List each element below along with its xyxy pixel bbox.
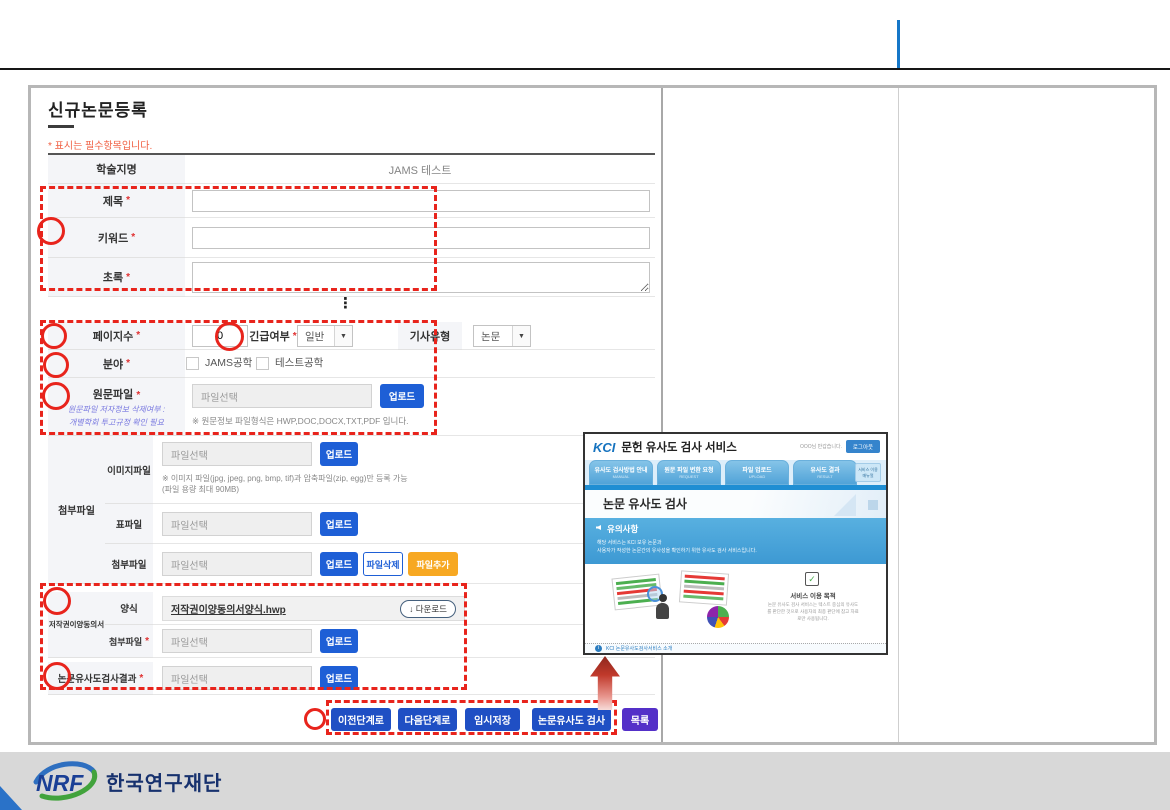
kci-logo: KCI bbox=[593, 440, 615, 455]
image-file-select[interactable]: 파일선택 bbox=[162, 442, 312, 466]
kci-popup: KCI 문헌 유사도 검사 서비스 OOO님 반갑습니다. 로그아웃 유사도 검… bbox=[583, 432, 888, 655]
kci-greeting: OOO님 반갑습니다. bbox=[800, 443, 842, 450]
image-file-note-1: ※ 이미지 파일(jpg, jpeg, png, bmp, tif)과 압축파일… bbox=[162, 473, 408, 484]
image-file-row: 파일선택 업로드 ※ 이미지 파일(jpg, jpeg, png, bmp, t… bbox=[153, 436, 655, 504]
corner-decoration bbox=[0, 786, 22, 810]
kci-tab-bar: 유사도 검사방법 안내 MANUAL 원문 파일 변환 요청 REQUEST 파… bbox=[585, 460, 886, 485]
list-button[interactable]: 목록 bbox=[622, 708, 658, 731]
attach-file-row: 파일선택 업로드 파일삭제 파일추가 bbox=[153, 544, 655, 584]
info-icon: i bbox=[595, 645, 602, 652]
table-file-row: 파일선택 업로드 bbox=[153, 504, 655, 544]
annotation-dashed-box-copyright bbox=[40, 583, 467, 690]
kci-manual-button[interactable]: 서비스 이용 매뉴얼 bbox=[855, 463, 881, 482]
kci-title: 문헌 유사도 검사 서비스 bbox=[621, 439, 736, 455]
table-column-divider bbox=[898, 88, 899, 742]
annotation-circle-copyright bbox=[43, 587, 71, 615]
kci-tab-result[interactable]: 유사도 결과 RESULT bbox=[793, 460, 857, 485]
row-journal: 학술지명 JAMS 테스트 bbox=[48, 155, 655, 184]
kci-notice-line2: 사용자가 작성한 논문간의 유사성을 확인하기 위한 유사도 검사 서비스입니다… bbox=[597, 547, 757, 554]
image-file-note-2: (파일 용량 최대 90MB) bbox=[162, 484, 239, 495]
kci-purpose-title: 서비스 이용 목적 bbox=[770, 590, 856, 600]
annotation-circle-buttons bbox=[304, 708, 326, 730]
document-stack-illustration bbox=[679, 570, 729, 605]
kci-notice-line1: 해당 서비스는 KCI 보유 논문과 bbox=[597, 539, 662, 546]
kci-tab-request[interactable]: 원문 파일 변환 요청 REQUEST bbox=[657, 460, 721, 485]
attach-file-select[interactable]: 파일선택 bbox=[162, 552, 312, 576]
top-blue-divider bbox=[897, 20, 900, 68]
annotation-circle-manuscript bbox=[42, 382, 70, 410]
kci-footer-link[interactable]: KCI 논문유사도검사서비스 소개 bbox=[606, 645, 672, 652]
annotation-dashed-box-basic-fields bbox=[40, 186, 437, 291]
clipboard-check-icon: ✓ bbox=[805, 572, 819, 586]
annotation-dashed-box-buttons bbox=[326, 700, 617, 735]
banner-triangle-decoration bbox=[834, 494, 856, 516]
collapsed-rows-ellipsis: ⋮ bbox=[338, 294, 353, 312]
kci-notice-section: 유의사항 해당 서비스는 KCI 보유 논문과 사용자가 작성한 논문간의 유사… bbox=[585, 518, 886, 564]
annotation-circle-keyword bbox=[37, 217, 65, 245]
annotation-circle-urgent bbox=[215, 322, 244, 351]
annotation-circle-field bbox=[43, 352, 69, 378]
kci-banner: 논문 유사도 검사 bbox=[585, 490, 886, 518]
kci-tab-manual[interactable]: 유사도 검사방법 안내 MANUAL bbox=[589, 460, 653, 485]
file-add-button[interactable]: 파일추가 bbox=[408, 552, 458, 576]
table-file-select[interactable]: 파일선택 bbox=[162, 512, 312, 536]
top-horizontal-rule bbox=[0, 68, 1170, 70]
person-illustration bbox=[659, 594, 667, 602]
nrf-logo-text: NRF bbox=[36, 770, 84, 796]
nrf-logo-mark: NRF bbox=[30, 758, 102, 804]
page-title: 신규논문등록 bbox=[48, 96, 148, 121]
attach-file-label: 첨부파일 bbox=[105, 544, 153, 584]
kci-purpose-text: 논문 유사도 검사 서비스는 텍스트 중심의 유사도를 판단한 것으로 사용자의… bbox=[767, 601, 859, 623]
title-underline bbox=[48, 125, 74, 128]
annotation-circle-similarity bbox=[43, 662, 71, 690]
nrf-logo: NRF 한국연구재단 bbox=[30, 758, 222, 804]
page: 신규논문등록 * 표시는 필수항목입니다. 학술지명 JAMS 테스트 제목* … bbox=[0, 0, 1170, 810]
attachment-group: 첨부파일 이미지파일 표파일 첨부파일 파일선택 업로드 ※ 이미지 파일(jp… bbox=[48, 436, 655, 584]
chevron-down-icon: ▼ bbox=[512, 326, 530, 346]
image-file-label: 이미지파일 bbox=[105, 436, 153, 504]
speaker-icon bbox=[596, 525, 601, 530]
required-fields-note: * 표시는 필수항목입니다. bbox=[48, 137, 152, 152]
table-file-label: 표파일 bbox=[105, 504, 153, 544]
person-illustration bbox=[656, 603, 669, 619]
attachment-group-label: 첨부파일 bbox=[48, 436, 105, 584]
banner-square-decoration bbox=[868, 500, 878, 510]
attach-upload-button[interactable]: 업로드 bbox=[320, 552, 358, 576]
org-name: 한국연구재단 bbox=[106, 767, 222, 796]
article-type-select[interactable]: 논문 ▼ bbox=[473, 325, 531, 347]
image-upload-button[interactable]: 업로드 bbox=[320, 442, 358, 466]
kci-header: KCI 문헌 유사도 검사 서비스 OOO님 반갑습니다. 로그아웃 bbox=[585, 434, 886, 460]
kci-footer: i KCI 논문유사도검사서비스 소개 bbox=[585, 643, 886, 653]
kci-notice-title: 유의사항 bbox=[607, 523, 638, 535]
file-delete-button[interactable]: 파일삭제 bbox=[363, 552, 403, 576]
journal-value: JAMS 테스트 bbox=[185, 155, 655, 184]
pie-chart-illustration bbox=[707, 606, 729, 628]
table-upload-button[interactable]: 업로드 bbox=[320, 512, 358, 536]
journal-label: 학술지명 bbox=[48, 155, 185, 184]
kci-logout-button[interactable]: 로그아웃 bbox=[846, 440, 880, 453]
annotation-circle-pages bbox=[41, 323, 67, 349]
kci-banner-title: 논문 유사도 검사 bbox=[603, 490, 687, 518]
kci-content: ✓ 서비스 이용 목적 논문 유사도 검사 서비스는 텍스트 중심의 유사도를 … bbox=[585, 564, 886, 643]
kci-tab-upload[interactable]: 파일 업로드 UPLOAD bbox=[725, 460, 789, 485]
